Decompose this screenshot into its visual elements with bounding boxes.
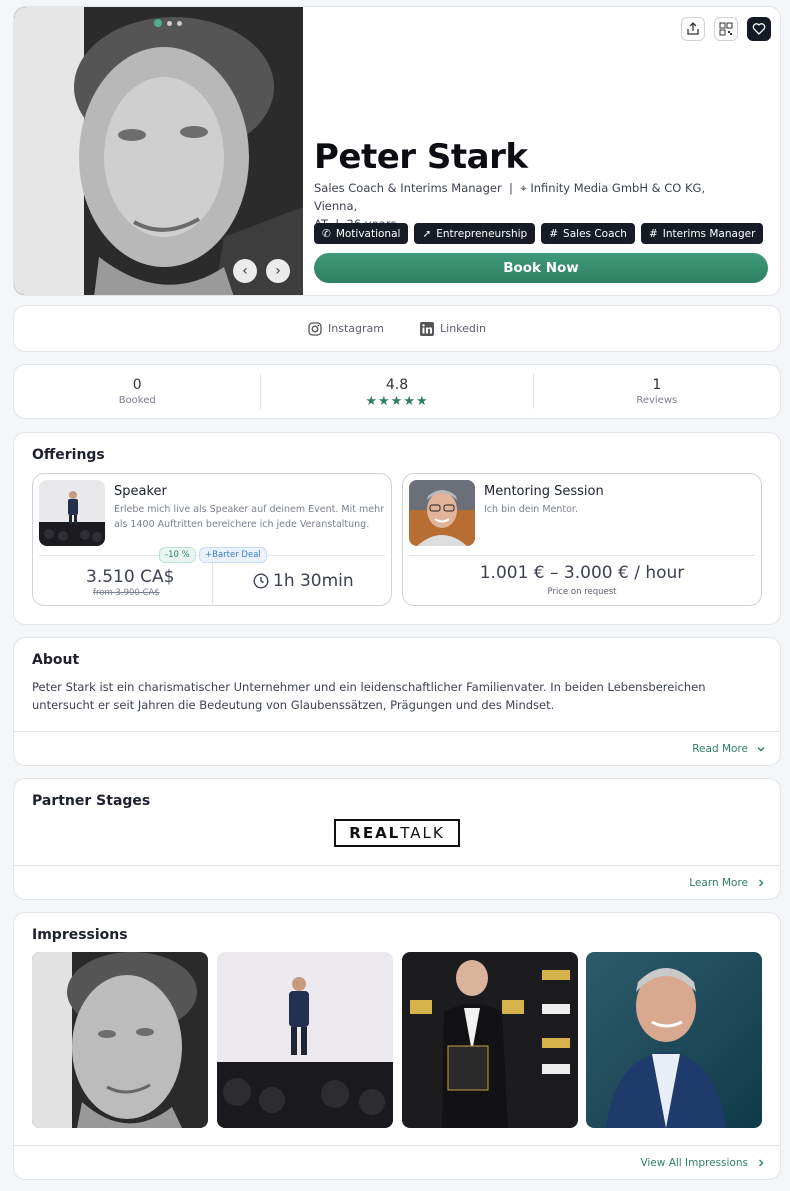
tag-label: Interims Manager (662, 227, 756, 240)
hash-icon: # (549, 227, 559, 240)
reviews-count: 1 (652, 377, 662, 393)
view-all-label: View All Impressions (640, 1156, 748, 1169)
duration-value: 1h 30min (273, 571, 354, 591)
mentoring-thumbnail (409, 480, 475, 546)
stats-card: 0 Booked 4.8 ★★★★★ 1 Reviews (13, 364, 781, 419)
speaker-thumbnail (39, 480, 105, 546)
offerings-card: Offerings Speaker Erlebe mich live als S… (13, 432, 781, 625)
profile-tags: ✆ Motivational ➚ Entrepreneurship # Sales C… (314, 223, 764, 244)
linkedin-icon (420, 321, 435, 336)
instagram-icon (308, 321, 322, 336)
share-button[interactable] (681, 17, 705, 41)
linkedin-link[interactable]: Linkedin (420, 321, 486, 336)
rating-stars: ★★★★★ (365, 394, 429, 409)
barter-deal-badge: +Barter Deal (199, 547, 267, 563)
tag-label: Entrepreneurship (436, 227, 528, 240)
book-now-button[interactable]: Book Now (314, 253, 768, 283)
divider (212, 556, 213, 606)
read-more-link[interactable]: Read More (14, 731, 780, 765)
section-title: Partner Stages (32, 793, 151, 809)
qr-code-icon (719, 22, 733, 36)
price-note: Price on request (547, 587, 617, 597)
chevron-right-icon: › (275, 263, 281, 279)
carousel-next-button[interactable]: › (266, 259, 290, 283)
profile-photo-carousel[interactable]: ‹ › (14, 7, 303, 295)
reviews-label: Reviews (636, 395, 678, 406)
profile-roles: Sales Coach & Interims Manager (314, 181, 502, 195)
booked-count: 0 (132, 377, 142, 393)
section-title: Impressions (32, 927, 128, 943)
stat-booked: 0 Booked (14, 365, 260, 418)
favorite-button[interactable] (747, 17, 771, 41)
read-more-label: Read More (692, 742, 748, 755)
partner-stages-card: Partner Stages REAL TALK Learn More (13, 778, 781, 900)
offering-description: Erlebe mich live als Speaker auf deinem … (114, 504, 385, 530)
tag-interims-manager[interactable]: # Interims Manager (640, 223, 764, 244)
offering-title: Speaker (114, 484, 167, 499)
carousel-dot-active[interactable] (154, 19, 162, 27)
share-icon (687, 22, 699, 35)
about-text: Peter Stark ist ein charismatischer Unte… (32, 680, 706, 712)
section-title: Offerings (32, 447, 105, 463)
instagram-link[interactable]: Instagram (308, 321, 385, 336)
logo-light-text: TALK (400, 824, 445, 842)
tag-label: Motivational (335, 227, 401, 240)
carousel-prev-button[interactable]: ‹ (233, 259, 257, 283)
impressions-card: Impressions View All Impressions (13, 912, 781, 1180)
hash-icon: # (648, 227, 658, 240)
booked-label: Booked (118, 395, 156, 406)
discount-badge: -10 % (159, 547, 196, 563)
social-links-card: Instagram Linkedin (13, 305, 781, 352)
impression-image-1[interactable] (32, 952, 208, 1128)
qr-code-button[interactable] (714, 17, 738, 41)
impression-image-3[interactable] (402, 952, 578, 1128)
section-title: About (32, 652, 80, 668)
tag-label: Sales Coach (563, 227, 627, 240)
chevron-right-icon (759, 1159, 764, 1166)
profile-name: Peter Stark (314, 137, 528, 177)
tag-sales-coach[interactable]: # Sales Coach (541, 223, 635, 244)
offering-speaker[interactable]: Speaker Erlebe mich live als Speaker auf… (32, 473, 392, 606)
instagram-label: Instagram (328, 322, 385, 335)
tag-motivational[interactable]: ✆ Motivational (314, 223, 409, 244)
offering-original-price: from 3.900 CA$ (93, 588, 160, 598)
carousel-dot[interactable] (167, 20, 172, 26)
carousel-dot[interactable] (177, 20, 182, 26)
chevron-left-icon: ‹ (242, 263, 248, 279)
linkedin-label: Linkedin (440, 322, 486, 335)
tag-entrepreneurship[interactable]: ➚ Entrepreneurship (414, 223, 536, 244)
stat-reviews[interactable]: 1 Reviews (534, 365, 780, 418)
offering-duration: 1h 30min (253, 571, 354, 591)
separator: | (505, 181, 521, 195)
location-pin-icon: ⌖ (520, 181, 527, 195)
profile-portrait-image (14, 7, 303, 295)
chevron-down-icon (757, 746, 765, 751)
clock-icon (253, 573, 269, 589)
chevron-right-icon (759, 879, 764, 886)
offering-price-range: 1.001 € – 3.000 € / hour (479, 563, 685, 583)
offering-mentoring-session[interactable]: Mentoring Session Ich bin dein Mentor. 1… (402, 473, 762, 606)
rating-value: 4.8 (385, 377, 409, 393)
realtalk-logo[interactable]: REAL TALK (334, 819, 460, 847)
about-card: About Peter Stark ist ein charismatische… (13, 637, 781, 766)
profile-header-card: ‹ › Peter Stark Sales Coach & Interims M… (13, 6, 781, 296)
impression-image-4[interactable] (586, 952, 762, 1128)
learn-more-link[interactable]: Learn More (14, 865, 780, 899)
learn-more-label: Learn More (689, 876, 748, 889)
offering-price: 3.510 CA$ (86, 567, 175, 587)
rocket-icon: ➚ (422, 227, 432, 240)
view-all-impressions-link[interactable]: View All Impressions (14, 1145, 780, 1179)
logo-bold-text: REAL (349, 824, 401, 842)
stat-rating: 4.8 ★★★★★ (261, 365, 532, 418)
offering-title: Mentoring Session (484, 484, 604, 499)
carousel-dots[interactable] (154, 19, 182, 27)
divider (409, 555, 755, 556)
heart-icon (752, 23, 766, 35)
impression-image-2[interactable] (217, 952, 393, 1128)
megaphone-icon: ✆ (322, 227, 331, 240)
offering-description: Ich bin dein Mentor. (484, 504, 578, 515)
